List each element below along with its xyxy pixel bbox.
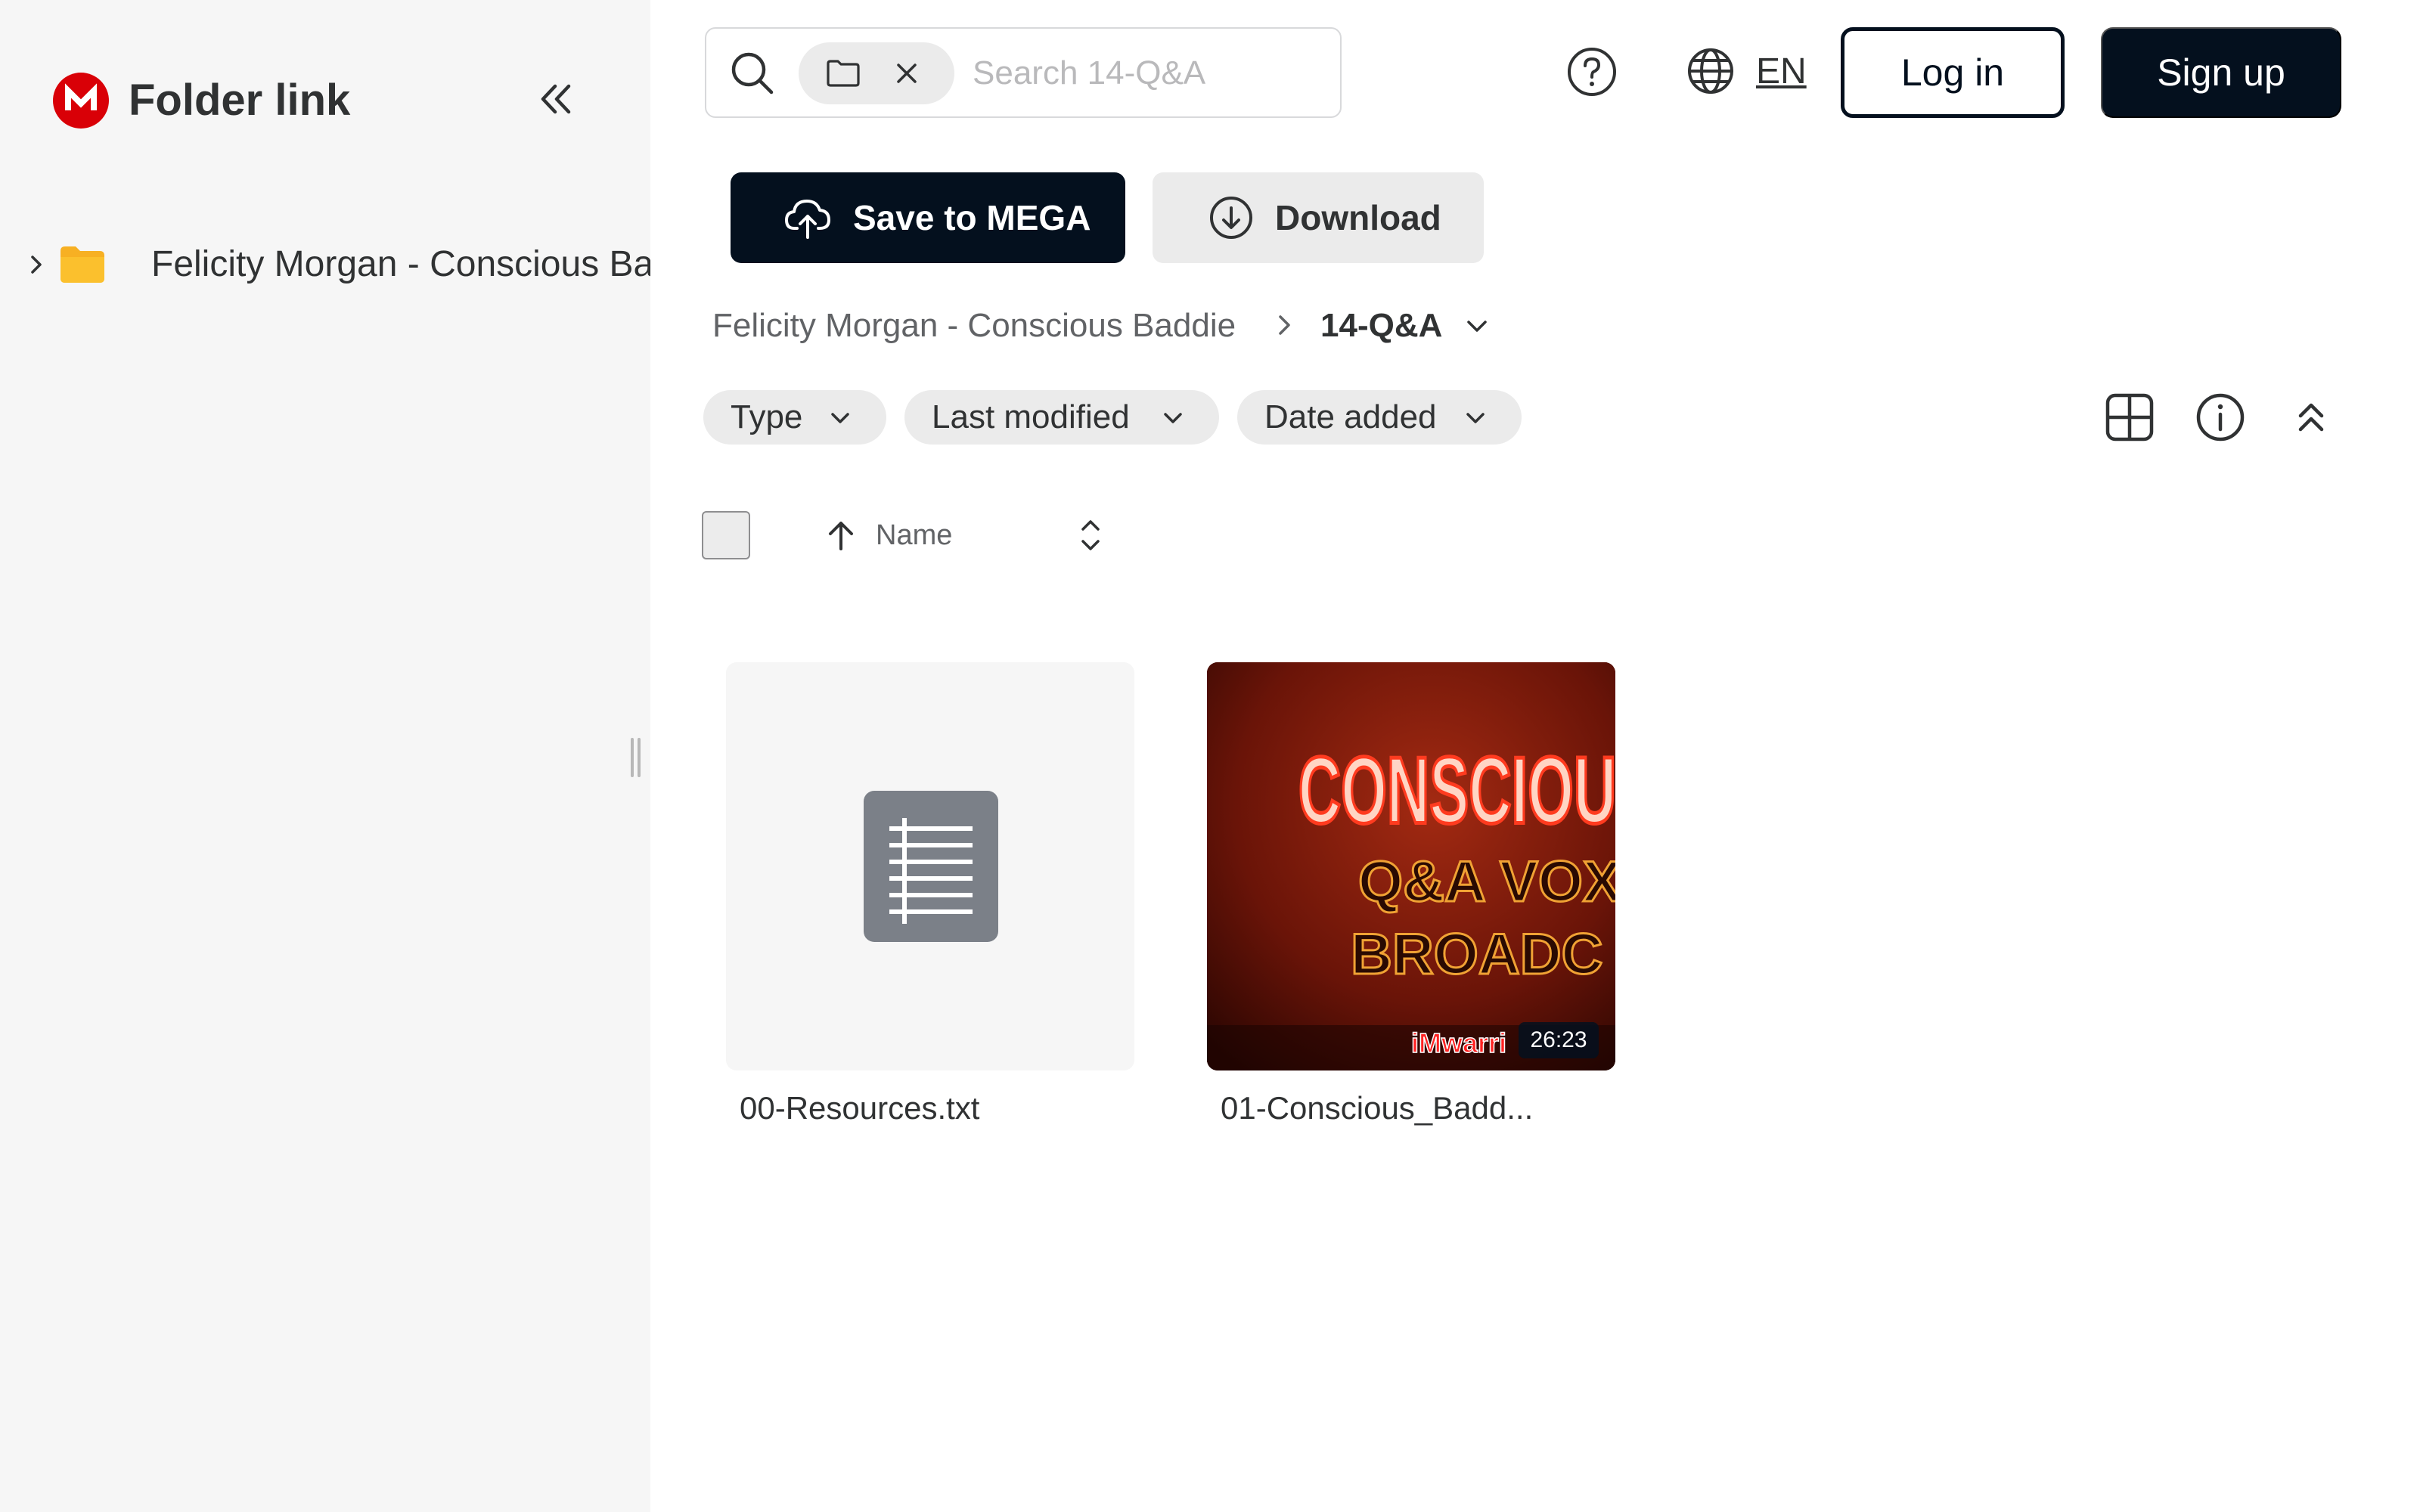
language-selector[interactable]: EN [1756,47,1807,97]
sidebar-resize-handle[interactable] [631,738,643,777]
sidebar: Folder link Felicity Morgan - Conscious … [0,0,650,1512]
collapse-sidebar-icon[interactable] [529,73,582,125]
grid-view-icon[interactable] [2104,392,2155,443]
chevron-down-icon[interactable] [1463,311,1491,340]
thumbnail-text: BROADC [1351,922,1603,987]
login-button[interactable]: Log in [1841,27,2065,118]
signup-button[interactable]: Sign up [2101,27,2341,118]
save-to-mega-button[interactable]: Save to MEGA [731,172,1125,263]
filter-type-label: Type [731,398,803,435]
video-duration: 26:23 [1519,1022,1599,1058]
search-icon[interactable] [728,48,777,98]
download-button[interactable]: Download [1153,172,1484,263]
video-thumbnail: CONSCIOUS B Q&A VOX BROADC iMwarri [1207,662,1615,1070]
app-title: Folder link [129,76,351,125]
chevron-right-icon[interactable] [23,251,50,278]
help-icon[interactable] [1565,45,1618,98]
save-to-mega-label: Save to MEGA [853,198,1091,237]
sort-name-label[interactable]: Name [876,516,952,555]
filter-last-modified-label: Last modified [932,398,1130,435]
mega-logo-icon[interactable] [53,73,109,129]
chevron-down-icon [1466,413,1485,423]
filter-last-modified[interactable]: Last modified [904,390,1219,445]
search-input[interactable] [971,45,1319,101]
video-tile[interactable]: CONSCIOUS B Q&A VOX BROADC iMwarri 26:23 [1207,662,1615,1070]
thumbnail-text: CONSCIOUS B [1298,739,1615,844]
chevron-down-icon [1164,413,1182,423]
sidebar-item-label: Felicity Morgan - Conscious Baddie [151,244,650,284]
cloud-upload-icon [785,200,830,239]
file-tile[interactable] [726,662,1134,1070]
download-label: Download [1275,198,1441,237]
chevrons-up-icon[interactable] [2285,392,2337,443]
globe-icon[interactable] [1685,45,1736,97]
arrow-up-icon[interactable] [824,517,858,553]
chevron-down-icon [831,413,849,423]
breadcrumb-parent[interactable]: Felicity Morgan - Conscious Baddie [712,302,1236,349]
breadcrumb-current[interactable]: 14-Q&A [1320,302,1442,349]
filter-type[interactable]: Type [703,390,886,445]
file-name[interactable]: 00-Resources.txt [740,1086,979,1131]
file-name[interactable]: 01-Conscious_Badd... [1221,1086,1533,1131]
search-bar[interactable] [705,27,1342,118]
search-scope-chip[interactable] [799,42,954,104]
download-icon [1210,197,1252,239]
thumbnail-text: Q&A VOX [1358,850,1615,914]
sort-toggle-icon[interactable] [1074,514,1107,556]
thumbnail-text: iMwarri [1411,1027,1506,1058]
chevron-right-icon [1270,311,1298,339]
filter-date-added-label: Date added [1264,398,1437,435]
text-file-icon [864,791,998,942]
folder-outline-icon [826,59,861,88]
select-all-checkbox[interactable] [702,511,750,559]
close-icon[interactable] [892,59,921,88]
sidebar-tree-item[interactable]: Felicity Morgan - Conscious Baddie [0,234,650,293]
folder-icon [59,245,106,284]
filter-date-added[interactable]: Date added [1237,390,1522,445]
info-icon[interactable] [2195,392,2246,443]
